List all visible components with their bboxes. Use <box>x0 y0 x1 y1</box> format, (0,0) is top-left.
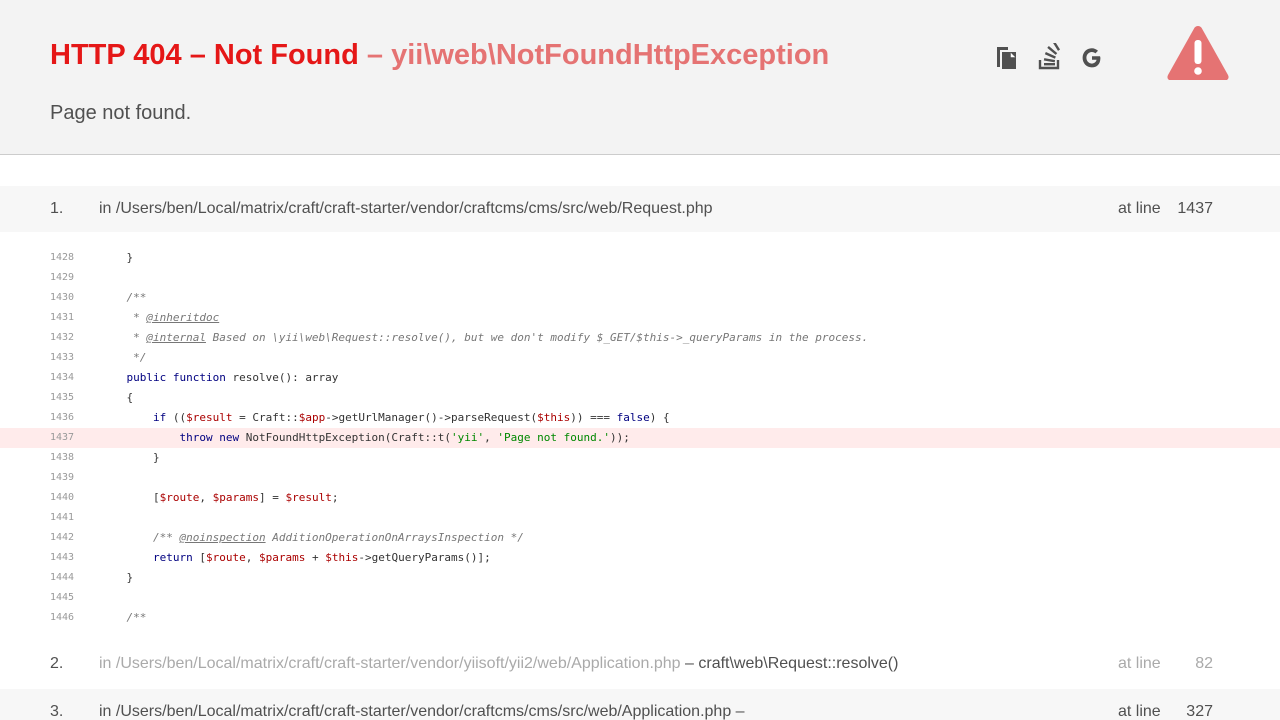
line-number: 1435 <box>50 392 75 403</box>
line-number: 1441 <box>50 512 75 523</box>
line-number: 1442 <box>50 532 75 543</box>
at-line-label: at line <box>1118 200 1161 217</box>
stack-frame-2[interactable]: 2. in /Users/ben/Local/matrix/craft/craf… <box>0 641 1280 687</box>
frame-number: 2. <box>50 655 64 672</box>
code-line: 1440 [$route, $params] = $result; <box>0 488 1280 508</box>
line-number: 1439 <box>50 472 75 483</box>
code-text: /** <box>100 291 147 304</box>
line-number: 1436 <box>50 412 75 423</box>
code-line: 1445 <box>0 588 1280 608</box>
code-text: return [$route, $params + $this->getQuer… <box>152 551 491 564</box>
error-header: HTTP 404 – Not Found – yii\web\NotFoundH… <box>0 0 1280 155</box>
stack-overflow-icon[interactable] <box>1036 43 1064 71</box>
warning-icon <box>1166 24 1230 82</box>
line-number: 1446 <box>50 612 75 623</box>
line-number: 1430 <box>50 292 75 303</box>
line-number: 1431 <box>50 312 75 323</box>
code-text: /** <box>100 611 147 624</box>
code-line: 1441 <box>0 508 1280 528</box>
code-line: 1429 <box>0 268 1280 288</box>
code-text: throw new NotFoundHttpException(Craft::t… <box>179 431 630 444</box>
frame-number: 1. <box>50 200 64 217</box>
line-number: 1443 <box>50 552 75 563</box>
line-number: 1438 <box>50 452 75 463</box>
code-text: if (($result = Craft::$app->getUrlManage… <box>152 411 670 424</box>
stack-frame-1[interactable]: 1. in /Users/ben/Local/matrix/craft/craf… <box>0 186 1280 232</box>
frame-line-number: 327 <box>1186 703 1213 720</box>
at-line-label: at line <box>1118 703 1161 720</box>
code-line: 1431 * @inheritdoc <box>0 308 1280 328</box>
at-line-label: at line <box>1118 655 1161 672</box>
code-text: } <box>100 451 160 464</box>
code-line: 1442 /** @noinspection AdditionOperation… <box>0 528 1280 548</box>
code-line: 1428 } <box>0 248 1280 268</box>
frame-call: – craft\web\Request::resolve() <box>680 655 899 672</box>
code-text: [$route, $params] = $result; <box>100 491 339 504</box>
frame-number: 3. <box>50 703 64 720</box>
frame-line-number: 82 <box>1195 655 1213 672</box>
frame-call: – <box>731 703 745 720</box>
stack-frame-3[interactable]: 3. in /Users/ben/Local/matrix/craft/craf… <box>0 689 1280 720</box>
copy-icon[interactable] <box>994 43 1022 71</box>
code-line: 1438 } <box>0 448 1280 468</box>
code-text: } <box>100 251 134 264</box>
code-line: 1443 return [$route, $params + $this->ge… <box>0 548 1280 568</box>
code-line: 1434 public function resolve(): array <box>0 368 1280 388</box>
line-number: 1428 <box>50 252 75 263</box>
code-snippet: 1428 } 1429 1430 /** 1431 * @inheritdoc 1432… <box>0 248 1280 628</box>
line-number: 1444 <box>50 572 75 583</box>
line-number: 1433 <box>50 352 75 363</box>
code-line: 1435 { <box>0 388 1280 408</box>
error-message: Page not found. <box>50 102 192 124</box>
code-text: /** @noinspection AdditionOperationOnArr… <box>100 531 524 544</box>
code-line: 1439 <box>0 468 1280 488</box>
frame-file: in /Users/ben/Local/matrix/craft/craft-s… <box>99 703 745 720</box>
line-number: 1432 <box>50 332 75 343</box>
frame-file: in /Users/ben/Local/matrix/craft/craft-s… <box>99 655 899 672</box>
line-number: 1445 <box>50 592 75 603</box>
google-icon[interactable] <box>1078 43 1106 71</box>
exception-name: – yii\web\NotFoundHttpException <box>358 39 830 71</box>
code-text: * @inheritdoc <box>100 311 220 324</box>
code-line: 1446 /** <box>0 608 1280 628</box>
code-line: 1432 * @internal Based on \yii\web\Reque… <box>0 328 1280 348</box>
code-line: 1430 /** <box>0 288 1280 308</box>
frame-line-number: 1437 <box>1177 200 1213 217</box>
page-title: HTTP 404 – Not Found – yii\web\NotFoundH… <box>50 38 829 72</box>
code-line: 1444 } <box>0 568 1280 588</box>
code-text: */ <box>100 351 147 364</box>
line-number: 1434 <box>50 372 75 383</box>
http-status: HTTP 404 – Not Found <box>50 39 359 71</box>
code-line: 1436 if (($result = Craft::$app->getUrlM… <box>0 408 1280 428</box>
code-text: } <box>100 571 134 584</box>
code-line: 1433 */ <box>0 348 1280 368</box>
error-code-line: 1437 throw new NotFoundHttpException(Cra… <box>0 428 1280 448</box>
line-number: 1437 <box>50 432 75 443</box>
line-number: 1440 <box>50 492 75 503</box>
frame-file: in /Users/ben/Local/matrix/craft/craft-s… <box>99 200 713 217</box>
line-number: 1429 <box>50 272 75 283</box>
code-text: public function resolve(): array <box>126 371 339 384</box>
code-text: * @internal Based on \yii\web\Request::r… <box>100 331 869 344</box>
code-text: { <box>100 391 134 404</box>
